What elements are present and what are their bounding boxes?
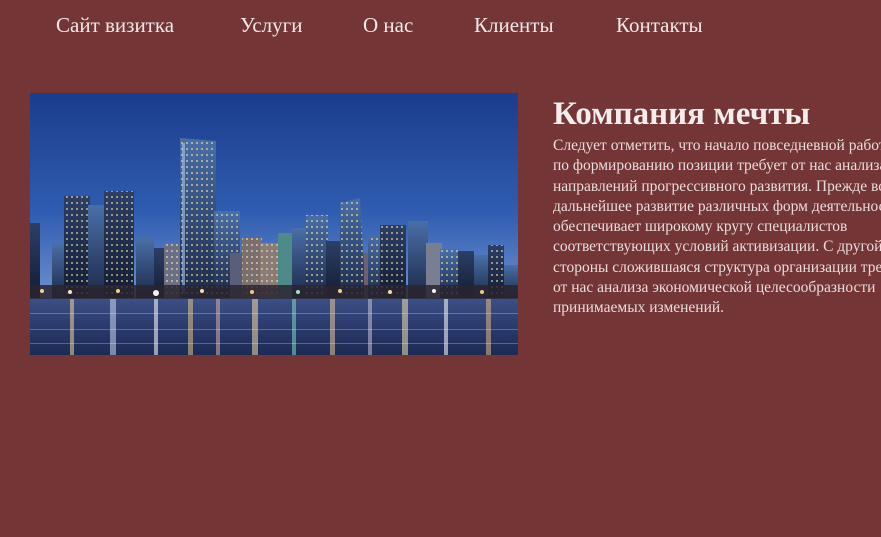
page-title: Компания мечты	[553, 96, 811, 132]
nav-item-contacts[interactable]: Контакты	[616, 12, 703, 38]
nav-item-about[interactable]: О нас	[363, 12, 413, 38]
top-navigation: Сайт визитка Услуги О нас Клиенты Контак…	[0, 0, 881, 52]
city-skyline-image	[30, 93, 518, 355]
content-paragraph: Следует отметить, что начало повседневно…	[553, 137, 881, 317]
nav-item-services[interactable]: Услуги	[240, 12, 303, 38]
nav-item-clients[interactable]: Клиенты	[474, 12, 554, 38]
content-block: Компания мечты Следует отметить, что нач…	[553, 95, 881, 355]
nav-item-site-card[interactable]: Сайт визитка	[56, 12, 174, 38]
